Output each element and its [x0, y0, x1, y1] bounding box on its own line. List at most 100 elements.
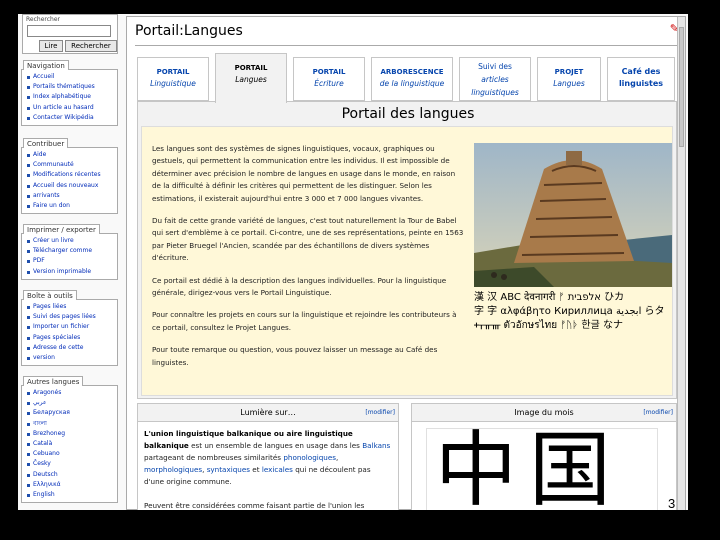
sidebar-link[interactable]: عربي	[26, 398, 114, 408]
tab-label: PROJET	[554, 68, 584, 76]
tab-label: ARBORESCENCE	[380, 68, 444, 76]
lumiere-header: Lumière sur… [modifier]	[138, 404, 398, 422]
search-button[interactable]: Rechercher	[65, 40, 117, 52]
sidebar-link[interactable]: Importer un fichier	[26, 322, 114, 332]
tab-suivi-articles[interactable]: Suivi des articles linguistiques	[459, 57, 531, 101]
portal-tabs: PORTAIL Linguistique PORTAIL Langues POR…	[137, 53, 677, 103]
main-content: Portail:Langues ✎ PORTAIL Linguistique P…	[126, 16, 686, 510]
sidebar-link[interactable]: Modifications récentes	[26, 170, 114, 180]
portlet-title: Navigation	[23, 60, 69, 70]
sidebar-link[interactable]: Deutsch	[26, 470, 114, 480]
sidebar-link[interactable]: PDF	[26, 256, 114, 266]
portlet-navigation: Navigation Accueil Portails thématiques In…	[21, 60, 118, 127]
sidebar-link[interactable]: Català	[26, 439, 114, 449]
tab-projet-langues[interactable]: PROJET Langues	[537, 57, 601, 101]
tab-label: Café des	[621, 67, 661, 76]
page-title: Portail:Langues	[135, 23, 243, 39]
link-syntaxiques[interactable]: syntaxiques	[207, 465, 250, 474]
tab-sublabel: linguistes	[618, 79, 664, 88]
portal-intro: Les langues sont des systèmes de signes …	[141, 126, 673, 396]
dedication-paragraph: Ce portail est dédié à la description de…	[152, 275, 447, 298]
lumiere-title: Lumière sur…	[240, 408, 296, 417]
sidebar-link[interactable]: arrivants	[26, 191, 114, 201]
intro-paragraph: Les langues sont des systèmes de signes …	[152, 144, 456, 203]
tower-of-babel-image[interactable]	[474, 143, 672, 287]
sidebar-link[interactable]: Faire un don	[26, 201, 114, 211]
tab-portail-ecriture[interactable]: PORTAIL Écriture	[293, 57, 365, 101]
sidebar-link[interactable]: version	[26, 353, 114, 363]
text-fragment: partageant de nombreuses similarités	[144, 453, 282, 462]
scripts-line: 字 字 αλφάβητο Кириллица ابجدية らタ	[474, 306, 665, 317]
tab-label: PORTAIL	[234, 64, 268, 72]
tab-portail-langues[interactable]: PORTAIL Langues	[215, 53, 287, 103]
sidebar-link[interactable]: Česky	[26, 459, 114, 469]
sidebar-link[interactable]: Aide	[26, 150, 114, 160]
vertical-scrollbar[interactable]	[677, 17, 685, 510]
sidebar-link[interactable]: Brezhoneg	[26, 429, 114, 439]
lumiere-text: L'union linguistique balkanique ou aire …	[138, 422, 398, 510]
link-phonologiques[interactable]: phonologiques	[283, 453, 336, 462]
tab-arborescence[interactable]: ARBORESCENCE de la linguistique	[371, 57, 453, 101]
portal-text: Les langues sont des systèmes de signes …	[152, 143, 464, 379]
sidebar-link[interactable]: English	[26, 490, 114, 500]
sidebar-link[interactable]: Accueil	[26, 72, 114, 82]
portlet-title: Boîte à outils	[23, 290, 77, 300]
sidebar-link[interactable]: Communauté	[26, 160, 114, 170]
image-du-mois-box: Image du mois [modifier] 中国	[411, 403, 677, 510]
portlet-title: Autres langues	[23, 376, 84, 386]
portlet-list: Aragonés عربي Беларуская বাংলা Brezhoneg Cata…	[21, 385, 118, 504]
title-divider	[135, 45, 679, 46]
sidebar-link[interactable]: Contacter Wikipédia	[26, 113, 114, 123]
sidebar-link[interactable]: Suivi des pages liées	[26, 312, 114, 322]
text-fragment: Peuvent être considérées comme faisant p…	[144, 501, 365, 510]
tab-cafe-linguistes[interactable]: Café des linguistes	[607, 57, 675, 101]
link-balkans[interactable]: Balkans	[362, 441, 390, 450]
writing-systems-samples: 漢 汉 ABC देवनागरी ᚠ אלפבית ひカ 字 字 αλφάβητ…	[474, 291, 672, 335]
portlet-title: Imprimer / exporter	[23, 224, 100, 234]
sidebar-link[interactable]: Pages spéciales	[26, 333, 114, 343]
link-morphologiques[interactable]: morphologiques	[144, 465, 202, 474]
tab-portail-linguistique[interactable]: PORTAIL Linguistique	[137, 57, 209, 101]
image-du-mois-title: Image du mois	[514, 408, 574, 417]
portlet-list: Accueil Portails thématiques Index alphabé…	[21, 69, 118, 127]
sidebar-link[interactable]: Version imprimable	[26, 267, 114, 277]
sidebar-link[interactable]: Télécharger comme	[26, 246, 114, 256]
portlet-langues: Autres langues Aragonés عربي Беларуская বাং…	[21, 376, 118, 504]
projects-paragraph: Pour connaître les projets en cours sur …	[152, 310, 457, 332]
sidebar-link[interactable]: বাংলা	[26, 419, 114, 429]
tab-label: PORTAIL	[156, 68, 190, 76]
edit-link[interactable]: [modifier]	[643, 404, 673, 422]
portlet-imprimer: Imprimer / exporter Créer un livre Téléch…	[21, 224, 118, 280]
tab-sublabel: Écriture	[314, 79, 344, 88]
sidebar-link[interactable]: Un article au hasard	[26, 103, 114, 113]
portlet-contribuer: Contribuer Aide Communauté Modifications r…	[21, 138, 118, 215]
sidebar-link[interactable]: Créer un livre	[26, 236, 114, 246]
tab-label: PORTAIL	[312, 68, 346, 76]
sidebar-link[interactable]: Aragonés	[26, 388, 114, 398]
sidebar-link[interactable]: Portails thématiques	[26, 82, 114, 92]
sidebar-link[interactable]: Accueil des nouveaux	[26, 181, 114, 191]
text-fragment: et	[252, 465, 260, 474]
scrollbar-thumb[interactable]	[679, 27, 684, 147]
tab-label: Suivi des	[478, 62, 512, 71]
sidebar-link[interactable]: Index alphabétique	[26, 92, 114, 102]
go-button[interactable]: Lire	[39, 40, 63, 52]
image-du-mois-header: Image du mois [modifier]	[412, 404, 676, 422]
sidebar-link[interactable]: Cebuano	[26, 449, 114, 459]
lumiere-box: Lumière sur… [modifier] L'union linguist…	[137, 403, 399, 510]
portlet-outils: Boîte à outils Pages liées Suivi des page…	[21, 290, 118, 367]
tab-sublabel: Linguistique	[150, 79, 196, 88]
sidebar-link[interactable]: Pages liées	[26, 302, 114, 312]
tab-sublabel: de la linguistique	[379, 79, 445, 88]
tab-sublabel: linguistiques	[471, 88, 519, 97]
edit-link[interactable]: [modifier]	[365, 404, 395, 422]
search-input[interactable]	[27, 25, 111, 37]
link-lexicales[interactable]: lexicales	[262, 465, 293, 474]
sidebar-link[interactable]: Ελληνικά	[26, 480, 114, 490]
sidebar-link[interactable]: Беларуская	[26, 408, 114, 418]
portlet-title: Contribuer	[23, 138, 69, 148]
image-du-mois-picture[interactable]: 中国	[426, 428, 658, 510]
slide-number: 3	[668, 496, 676, 511]
sidebar-link[interactable]: Adresse de cette	[26, 343, 114, 353]
sidebar: Rechercher Lire Rechercher Navigation Ac…	[18, 14, 120, 510]
